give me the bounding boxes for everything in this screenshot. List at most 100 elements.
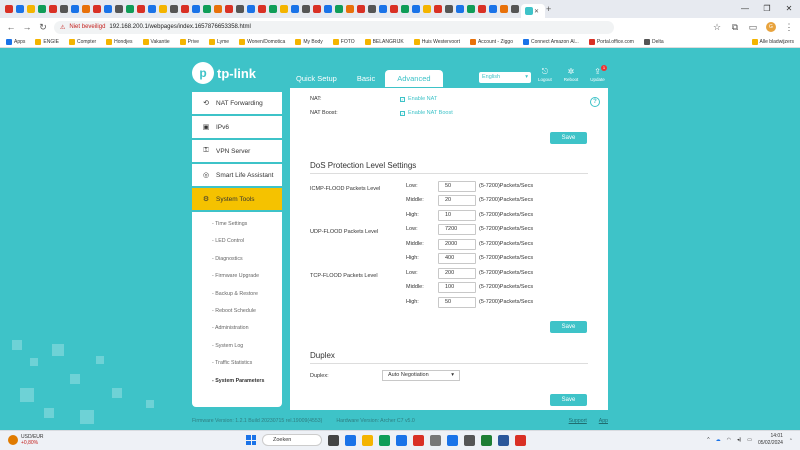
tab-favicon-icon[interactable]: [478, 5, 486, 13]
tab-favicon-icon[interactable]: [93, 5, 101, 13]
tab-favicon-icon[interactable]: [247, 5, 255, 13]
support-link[interactable]: Support: [569, 418, 587, 424]
tab-favicon-icon[interactable]: [467, 5, 475, 13]
tab-favicon-icon[interactable]: [489, 5, 497, 13]
tab-favicon-icon[interactable]: [412, 5, 420, 13]
bookmark-item[interactable]: Hondjes: [106, 38, 133, 45]
bookmark-item[interactable]: Wonen/Domotica: [239, 38, 285, 45]
tab-favicon-icon[interactable]: [137, 5, 145, 13]
bookmark-item[interactable]: My Body: [295, 38, 323, 45]
save-nat-button[interactable]: Save: [550, 132, 587, 144]
tab-favicon-icon[interactable]: [335, 5, 343, 13]
sidebar-item-ipv6[interactable]: ▣ IPv6: [192, 116, 282, 138]
bookmark-item[interactable]: Connect Amazon Al...: [523, 38, 579, 45]
tray-chevron-icon[interactable]: ^: [707, 437, 709, 443]
tab-favicon-icon[interactable]: [159, 5, 167, 13]
chrome-active-icon[interactable]: [515, 434, 526, 446]
new-tab-icon[interactable]: +: [546, 4, 551, 14]
bookmark-item[interactable]: Huis Westervoort: [413, 38, 460, 45]
sidebar-item-smart-life-assistant[interactable]: ◎ Smart Life Assistant: [192, 164, 282, 186]
all-bookmarks[interactable]: Alle bladwijzers: [751, 38, 794, 45]
close-tab-icon[interactable]: ✕: [534, 8, 539, 15]
tab-favicon-icon[interactable]: [280, 5, 288, 13]
tab-favicon-icon[interactable]: [423, 5, 431, 13]
bookmark-item[interactable]: Portal.office.com: [588, 38, 634, 45]
tab-favicon-icon[interactable]: [225, 5, 233, 13]
tab-favicon-icon[interactable]: [401, 5, 409, 13]
enable-nat-checkbox[interactable]: ✓ Enable NAT: [400, 96, 437, 102]
tab-favicon-icon[interactable]: [500, 5, 508, 13]
tcp-high-input[interactable]: 50: [438, 297, 476, 308]
back-icon[interactable]: ←: [6, 22, 16, 32]
app-link[interactable]: App: [599, 418, 608, 424]
battery-icon[interactable]: ▭: [747, 437, 752, 443]
bookmark-item[interactable]: ENGIE: [35, 38, 59, 45]
submenu-system-log[interactable]: - System Log: [192, 338, 282, 355]
app-icon[interactable]: [430, 434, 441, 446]
save-duplex-button[interactable]: Save: [550, 394, 587, 406]
tab-favicon-icon[interactable]: [71, 5, 79, 13]
maximize-icon[interactable]: ❐: [756, 0, 778, 18]
tab-favicon-icon[interactable]: [511, 5, 519, 13]
tab-favicon-icon[interactable]: [115, 5, 123, 13]
reload-icon[interactable]: ↻: [38, 22, 48, 33]
file-explorer-icon[interactable]: [362, 434, 373, 446]
submenu-traffic-statistics[interactable]: - Traffic Statistics: [192, 355, 282, 372]
tab-favicon-icon[interactable]: [368, 5, 376, 13]
reboot-button[interactable]: ✲ Reboot: [564, 67, 579, 82]
url-text[interactable]: 192.168.200.1/webpages/index.16578766533…: [109, 24, 250, 30]
tab-favicon-icon[interactable]: [170, 5, 178, 13]
store-icon[interactable]: [396, 434, 407, 446]
submenu-diagnostics[interactable]: - Diagnostics: [192, 251, 282, 268]
tab-favicon-icon[interactable]: [214, 5, 222, 13]
bookmark-item[interactable]: Compter: [68, 38, 96, 45]
tab-favicon-icon[interactable]: [38, 5, 46, 13]
tab-favicon-icon[interactable]: [434, 5, 442, 13]
tab-favicon-icon[interactable]: [291, 5, 299, 13]
excel-icon[interactable]: [481, 434, 492, 446]
duplex-select[interactable]: Auto Negotiation ▾: [382, 370, 460, 381]
forward-icon[interactable]: →: [22, 22, 32, 32]
tab-favicon-icon[interactable]: [192, 5, 200, 13]
icmp-middle-input[interactable]: 20: [438, 195, 476, 206]
tab-favicon-icon[interactable]: [379, 5, 387, 13]
sidebar-item-nat-forwarding[interactable]: ⟲ NAT Forwarding: [192, 92, 282, 114]
tab-favicon-icon[interactable]: [27, 5, 35, 13]
save-dos-button[interactable]: Save: [550, 321, 587, 333]
bookmark-item[interactable]: FOTO: [332, 38, 355, 45]
wifi-icon[interactable]: ◠: [727, 437, 731, 443]
tcp-low-input[interactable]: 200: [438, 268, 476, 279]
edge-icon[interactable]: [379, 434, 390, 446]
close-window-icon[interactable]: ✕: [778, 0, 800, 18]
help-icon[interactable]: ?: [590, 97, 600, 107]
tab-favicon-icon[interactable]: [324, 5, 332, 13]
star-icon[interactable]: ☆: [712, 22, 722, 33]
tab-favicon-icon[interactable]: [302, 5, 310, 13]
tab-favicon-icon[interactable]: [60, 5, 68, 13]
submenu-reboot-schedule[interactable]: - Reboot Schedule: [192, 303, 282, 320]
word-icon[interactable]: [498, 434, 509, 446]
bookmark-item[interactable]: Prive: [179, 38, 199, 45]
tab-favicon-icon[interactable]: [357, 5, 365, 13]
submenu-system-parameters[interactable]: - System Parameters: [192, 373, 282, 390]
udp-low-input[interactable]: 7200: [438, 224, 476, 235]
tab-favicon-icon[interactable]: [269, 5, 277, 13]
tab-favicon-icon[interactable]: [148, 5, 156, 13]
tab-favicon-icon[interactable]: [456, 5, 464, 13]
tab-favicon-icon[interactable]: [181, 5, 189, 13]
tab-favicon-icon[interactable]: [258, 5, 266, 13]
profile-avatar[interactable]: G: [766, 22, 776, 32]
security-label[interactable]: Niet beveiligd: [69, 24, 105, 30]
tab-favicon-icon[interactable]: [104, 5, 112, 13]
task-view-icon[interactable]: [328, 434, 339, 446]
url-input[interactable]: ⚠ Niet beveiligd 192.168.200.1/webpages/…: [54, 20, 614, 34]
tab-favicon-icon[interactable]: [445, 5, 453, 13]
taskbar-search[interactable]: Zoeken: [262, 434, 322, 446]
not-secure-icon[interactable]: ⚠: [60, 24, 65, 31]
tab-favicon-icon[interactable]: [236, 5, 244, 13]
submenu-administration[interactable]: - Administration: [192, 320, 282, 337]
tab-favicon-icon[interactable]: [346, 5, 354, 13]
tab-favicon-icon[interactable]: [126, 5, 134, 13]
icmp-low-input[interactable]: 50: [438, 181, 476, 192]
extensions-icon[interactable]: ⧉: [730, 22, 740, 33]
